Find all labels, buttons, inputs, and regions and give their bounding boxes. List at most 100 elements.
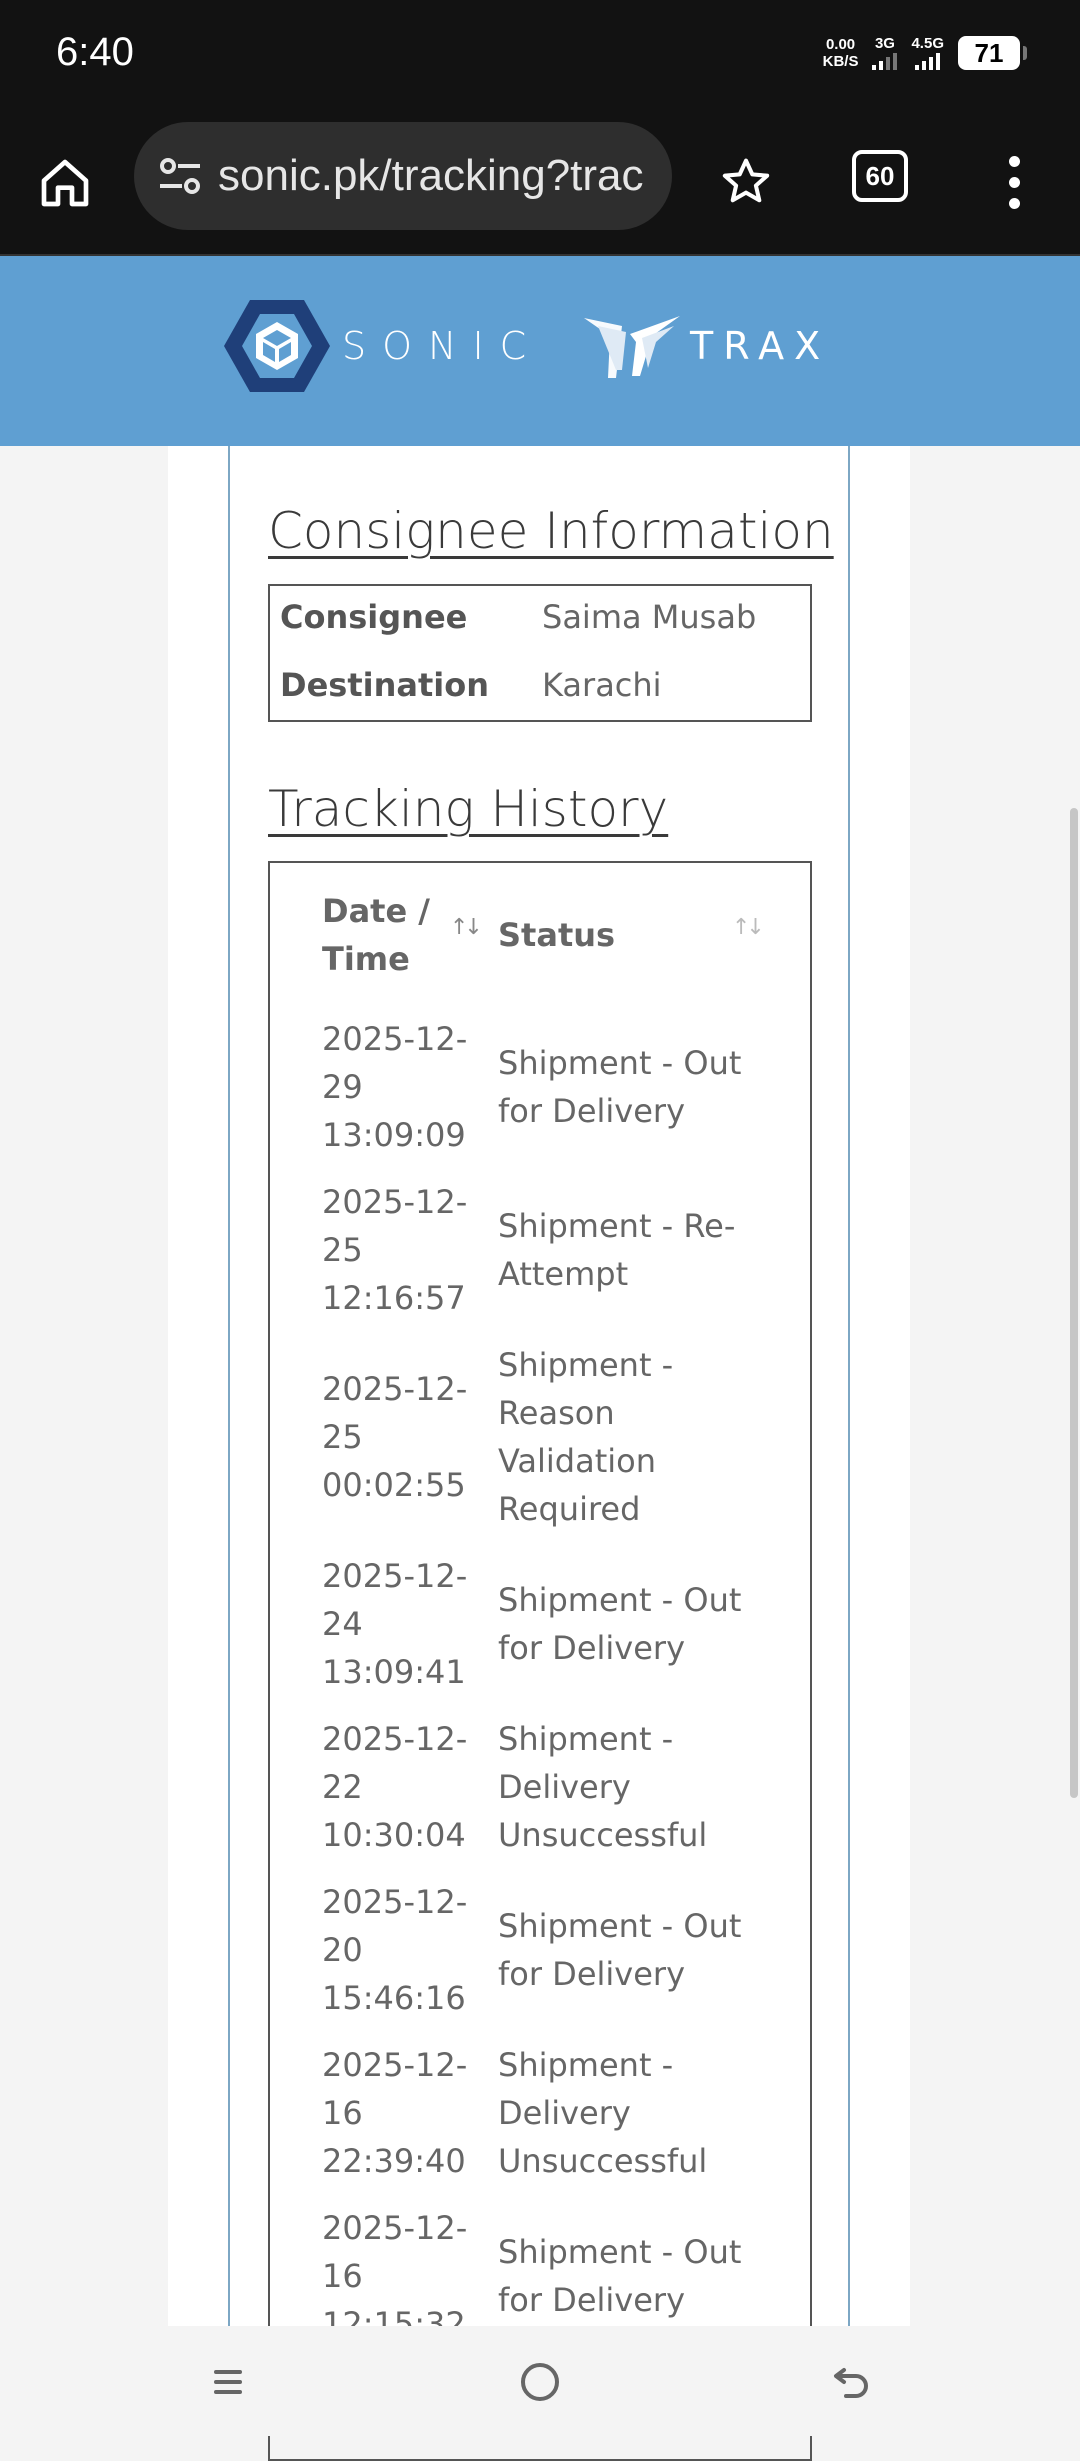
date-part: 2025-12-	[322, 1020, 468, 1058]
status-bar: 6:40 0.00 KB/S 3G 4.5G 71	[0, 0, 1080, 118]
tracking-history-title: Tracking History	[268, 780, 669, 838]
consignee-label: Consignee	[280, 598, 468, 636]
column-header-date[interactable]: Date / Time	[322, 887, 430, 983]
clock: 6:40	[56, 30, 134, 74]
status-line: for Delivery	[498, 1629, 685, 1667]
url-text[interactable]: sonic.pk/tracking?trac	[218, 151, 644, 201]
tracking-history-table: Date / Time ↑↓ Status ↑↓ 2025-12- 29 13:…	[268, 861, 812, 2461]
trax-wordmark: TRAX	[690, 324, 831, 368]
network-speed-unit: KB/S	[822, 53, 859, 70]
system-nav-bar	[0, 2326, 1080, 2436]
status-line: Required	[498, 1490, 641, 1528]
date-part: 2025-12-	[322, 1883, 468, 1921]
status-line: for Delivery	[498, 1092, 685, 1130]
date-part: 22	[322, 1768, 363, 1806]
battery-icon: 71	[958, 36, 1027, 70]
status-icons: 0.00 KB/S 3G 4.5G 71	[823, 35, 1027, 70]
destination-label: Destination	[280, 666, 489, 704]
recents-button[interactable]	[188, 2352, 268, 2412]
sonic-wordmark: SONIC	[342, 324, 543, 368]
signal-3g-icon: 3G	[872, 35, 898, 70]
trax-wing-icon	[584, 316, 680, 378]
date-part: 2025-12-	[322, 1370, 468, 1408]
status-line: Shipment -	[498, 2046, 674, 2084]
status-line: Shipment - Out	[498, 1907, 742, 1945]
home-nav-button[interactable]	[500, 2352, 580, 2412]
status-line: Shipment - Re-	[498, 1207, 736, 1245]
site-header: SONIC TRAX	[0, 256, 1080, 446]
menu-icon[interactable]	[994, 142, 1034, 222]
sonic-cube-icon	[224, 300, 330, 392]
status-line: Delivery	[498, 1768, 631, 1806]
column-header-status[interactable]: Status	[498, 911, 615, 959]
signal-4g-icon: 4.5G	[911, 36, 944, 70]
date-part: 2025-12-	[322, 2046, 468, 2084]
table-row-status: Shipment - Reason Validation Required	[498, 1341, 758, 1533]
page-scrollbar[interactable]	[1070, 808, 1078, 1798]
table-row-status: Shipment - Delivery Unsuccessful	[498, 2041, 758, 2185]
status-line: Shipment -	[498, 1720, 674, 1758]
bookmark-button[interactable]	[706, 142, 786, 222]
table-row-date: 2025-12- 25 00:02:55	[322, 1365, 472, 1509]
star-icon	[722, 158, 770, 203]
status-line: Shipment - Out	[498, 1581, 742, 1619]
status-line: for Delivery	[498, 1955, 685, 1993]
status-line: Attempt	[498, 1255, 629, 1293]
destination-value: Karachi	[542, 666, 662, 704]
column-header-date-line2: Time	[322, 940, 410, 978]
consignee-section-title: Consignee Information	[268, 502, 834, 560]
signal-3g-label: 3G	[874, 35, 895, 52]
table-row-status: Shipment - Out for Delivery	[498, 2228, 758, 2324]
column-header-date-line1: Date /	[322, 892, 430, 930]
time-part: 15:46:16	[322, 1979, 466, 2017]
table-row-status: Shipment - Re- Attempt	[498, 1202, 758, 1298]
table-row-status: Shipment - Delivery Unsuccessful	[498, 1715, 758, 1859]
time-part: 22:39:40	[322, 2142, 466, 2180]
table-row-date: 2025-12- 24 13:09:41	[322, 1552, 472, 1696]
date-part: 16	[322, 2257, 363, 2295]
date-part: 16	[322, 2094, 363, 2132]
status-line: Validation	[498, 1442, 657, 1480]
sort-status-icon[interactable]: ↑↓	[732, 915, 765, 940]
status-line: Shipment - Out	[498, 2233, 742, 2271]
home-button[interactable]	[30, 148, 100, 218]
table-row-date: 2025-12- 16 22:39:40	[322, 2041, 472, 2185]
date-part: 2025-12-	[322, 1720, 468, 1758]
signal-4g-label: 4.5G	[911, 35, 944, 52]
back-icon	[834, 2368, 868, 2398]
recents-icon	[214, 2370, 242, 2394]
trax-logo[interactable]: TRAX	[582, 312, 830, 380]
time-part: 13:09:41	[322, 1653, 466, 1691]
status-line: Shipment - Out	[498, 1044, 742, 1082]
date-part: 2025-12-	[322, 1557, 468, 1595]
table-row-date: 2025-12- 25 12:16:57	[322, 1178, 472, 1322]
time-part: 10:30:04	[322, 1816, 466, 1854]
tune-icon[interactable]	[156, 152, 204, 200]
table-row-date: 2025-12- 20 15:46:16	[322, 1878, 472, 2022]
table-row-status: Shipment - Out for Delivery	[498, 1902, 758, 1998]
table-row-date: 2025-12- 22 10:30:04	[322, 1715, 472, 1859]
sonic-logo[interactable]: SONIC	[222, 296, 542, 396]
browser-toolbar: sonic.pk/tracking?trac 60	[0, 118, 1080, 256]
network-speed-value: 0.00	[825, 36, 856, 53]
status-line: Unsuccessful	[498, 2142, 708, 2180]
address-bar[interactable]: sonic.pk/tracking?trac	[134, 122, 672, 230]
status-line: Delivery	[498, 2094, 631, 2132]
date-part: 24	[322, 1605, 363, 1643]
network-speed: 0.00 KB/S	[823, 36, 859, 70]
consignee-table: Consignee Saima Musab Destination Karach…	[268, 584, 812, 722]
sort-date-icon[interactable]: ↑↓	[450, 915, 483, 940]
tabs-icon[interactable]: 60	[852, 150, 908, 202]
time-part: 00:02:55	[322, 1466, 466, 1504]
date-part: 25	[322, 1231, 363, 1269]
table-row-date: 2025-12- 29 13:09:09	[322, 1015, 472, 1159]
home-icon	[41, 159, 89, 207]
date-part: 2025-12-	[322, 1183, 468, 1221]
back-button[interactable]	[812, 2352, 892, 2412]
date-part: 2025-12-	[322, 2209, 468, 2247]
table-row-status: Shipment - Out for Delivery	[498, 1039, 758, 1135]
status-line: Unsuccessful	[498, 1816, 708, 1854]
consignee-value: Saima Musab	[542, 598, 757, 636]
status-line: for Delivery	[498, 2281, 685, 2319]
status-line: Shipment -	[498, 1346, 674, 1384]
